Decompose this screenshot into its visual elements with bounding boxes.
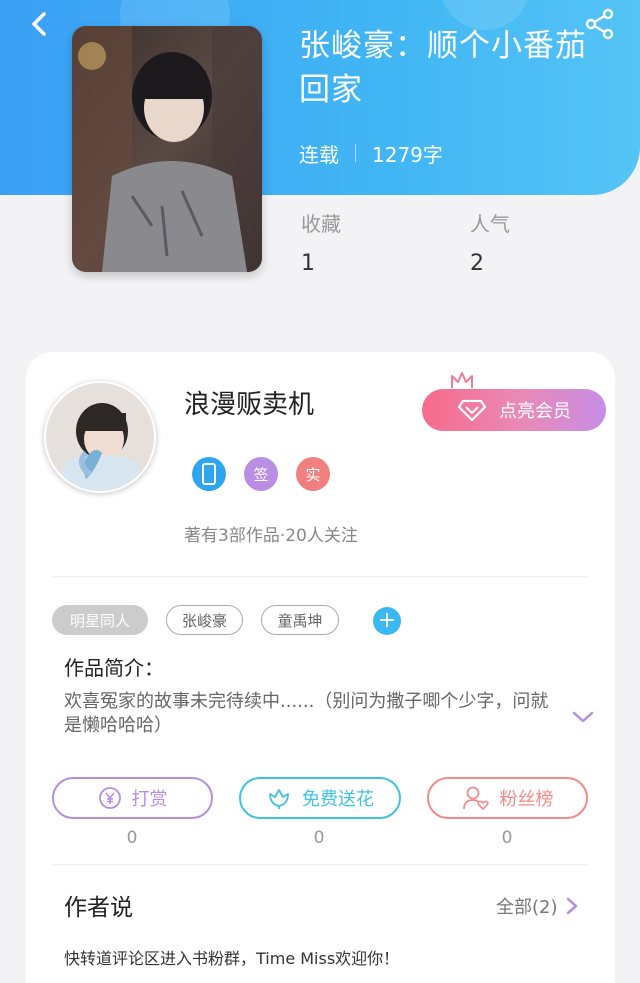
stat-label: 人气 xyxy=(470,212,510,236)
divider xyxy=(52,576,588,577)
fan-count: 0 xyxy=(501,828,513,848)
vip-button[interactable]: 点亮会员 xyxy=(422,389,606,431)
stat-popularity: 人气 2 xyxy=(470,208,510,276)
all-label-text: 全部 xyxy=(496,897,532,918)
fan-ranking-label: 粉丝榜 xyxy=(499,789,554,810)
fan-ranking-button[interactable]: 粉丝榜 xyxy=(427,777,588,819)
fan-icon xyxy=(462,786,489,810)
sign-icon[interactable]: 签 xyxy=(244,457,278,491)
book-status-line: 连载 1279字 xyxy=(299,138,443,168)
book-title: 张峻豪：顺个小番茄回家 xyxy=(299,28,587,108)
author-avatar[interactable] xyxy=(44,381,156,493)
serial-status: 连载 xyxy=(299,142,339,167)
stat-value: 1 xyxy=(301,251,315,276)
flower-icon xyxy=(269,789,289,809)
tag-item[interactable]: 张峻豪 xyxy=(166,605,243,635)
tip-count: 0 xyxy=(126,828,138,848)
view-all-label: 全部(2) xyxy=(496,893,558,919)
tag-category[interactable]: 明星同人 xyxy=(52,605,148,635)
flower-count: 0 xyxy=(313,828,325,848)
view-all-link[interactable]: 全部(2) xyxy=(496,893,578,919)
stat-favorites: 收藏 1 xyxy=(301,208,341,276)
phone-icon[interactable] xyxy=(192,457,226,491)
divider xyxy=(355,144,356,162)
chevron-left-icon xyxy=(32,12,46,36)
add-tag-button[interactable]: + xyxy=(373,607,401,635)
chevron-down-icon[interactable] xyxy=(572,709,594,725)
tag-item[interactable]: 童禹坤 xyxy=(261,605,339,635)
phone-glyph xyxy=(202,463,216,485)
author-name[interactable]: 浪漫贩卖机 xyxy=(184,384,314,421)
stat-value: 2 xyxy=(470,251,484,276)
author-says-title: 作者说 xyxy=(64,895,133,921)
chevron-right-icon xyxy=(566,897,577,915)
send-flower-button[interactable]: 免费送花 xyxy=(239,777,401,819)
tip-button[interactable]: 打赏 xyxy=(52,777,213,819)
tip-label: 打赏 xyxy=(131,789,168,810)
author-badges: 签 实 xyxy=(192,457,330,491)
author-notice: 快转道评论区进入书粉群，Time Miss欢迎你！ xyxy=(64,949,400,968)
vip-button-label: 点亮会员 xyxy=(499,401,571,422)
back-button[interactable] xyxy=(22,6,58,42)
avatar-photo xyxy=(46,383,154,491)
plus-icon: + xyxy=(377,608,397,633)
real-name-icon[interactable]: 实 xyxy=(296,457,330,491)
intro-title: 作品简介： xyxy=(64,656,164,680)
divider xyxy=(52,864,588,865)
intro-text: 欢喜冤家的故事未完待续中......（别问为撒子唧个少字，问就是懒哈哈哈） xyxy=(64,691,549,736)
book-cover-image[interactable] xyxy=(72,26,262,272)
yen-icon xyxy=(98,787,121,809)
send-flower-label: 免费送花 xyxy=(302,789,374,810)
stat-label: 收藏 xyxy=(301,212,341,236)
word-count: 1279字 xyxy=(372,142,443,167)
all-count: (2) xyxy=(532,897,558,918)
author-works-info: 著有3部作品·20人关注 xyxy=(184,526,358,546)
cover-photo xyxy=(72,26,262,272)
diamond-icon xyxy=(457,399,487,422)
